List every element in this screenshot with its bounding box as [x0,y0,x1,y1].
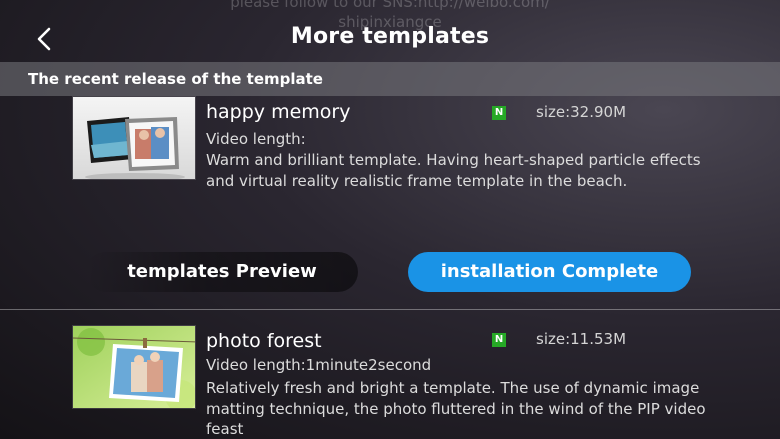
template-size: size:11.53M [536,330,627,348]
page-title: More templates [290,24,490,49]
template-size: size:32.90M [536,103,627,121]
section-header: The recent release of the template [0,62,780,96]
template-name: photo forest [206,330,322,352]
thumbnail-image [73,326,195,408]
template-thumbnail[interactable] [72,325,196,409]
thumbnail-image [73,97,195,179]
section-title: The recent release of the template [28,70,323,88]
video-length: Video length:1minute2second [206,356,432,374]
templates-preview-button[interactable]: templates Preview [86,252,358,292]
divider [0,309,780,310]
template-name: happy memory [206,101,351,123]
template-item-photo-forest[interactable]: photo forest N size:11.53M Video length:… [0,325,780,439]
video-length: Video length: [206,130,306,148]
installation-complete-button[interactable]: installation Complete [408,252,691,292]
navigation-bar: More templates [0,0,780,64]
new-badge: N [492,106,506,120]
new-badge: N [492,333,506,347]
template-description: Warm and brilliant template. Having hear… [206,151,701,190]
template-description: Relatively fresh and bright a template. … [206,379,706,438]
template-thumbnail[interactable] [72,96,196,180]
